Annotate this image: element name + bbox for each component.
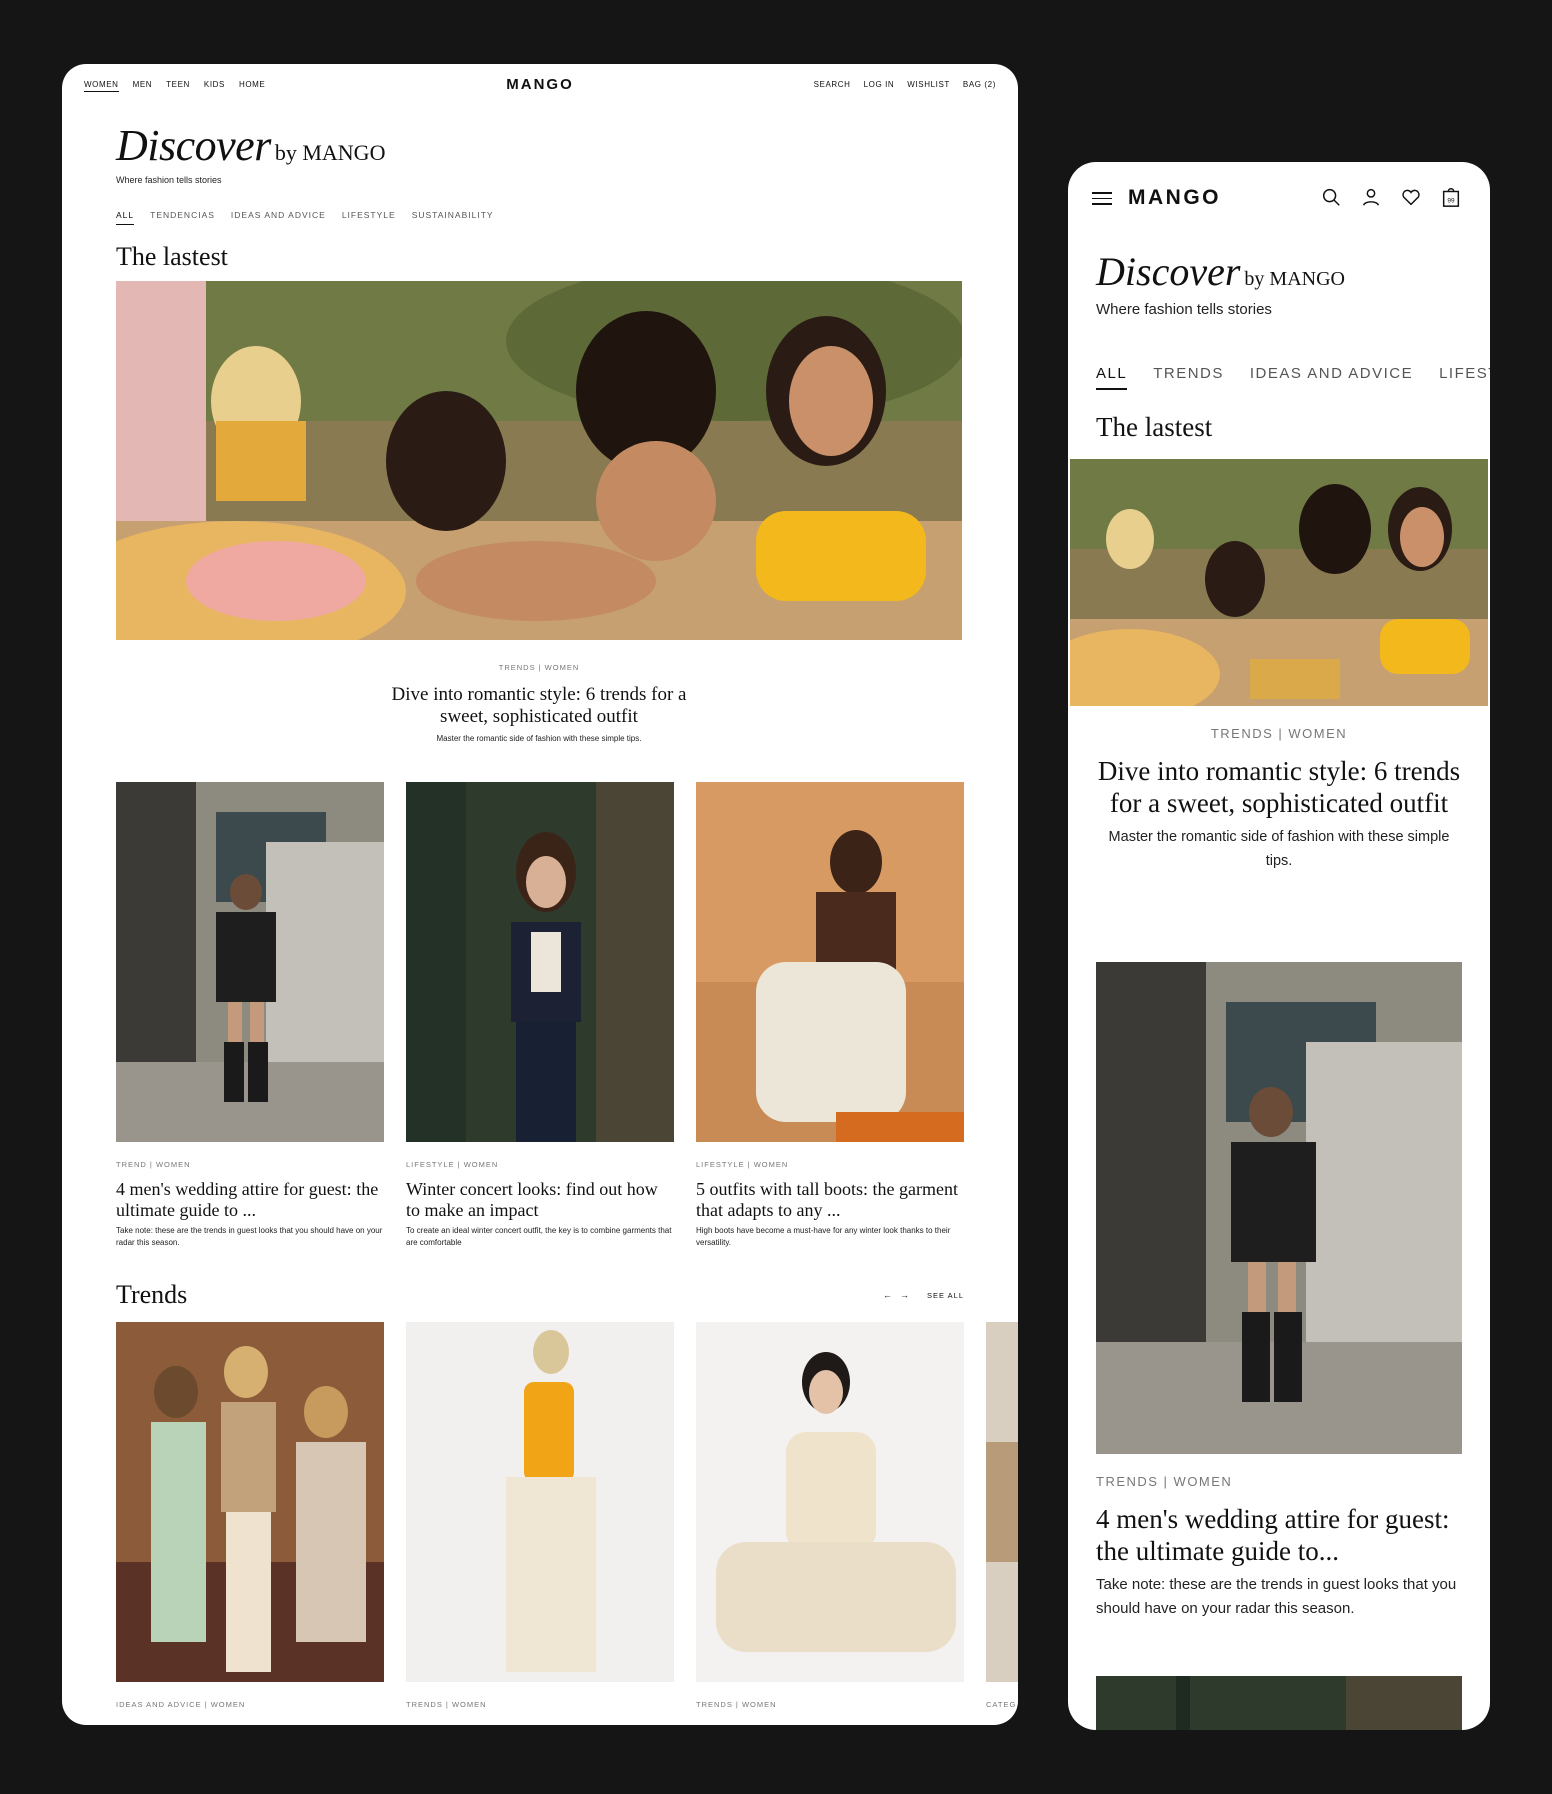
- hero-caption: TRENDS | WOMEN Dive into romantic style:…: [1096, 726, 1462, 873]
- article-categories[interactable]: LIFESTYLE | WOMEN: [406, 1160, 674, 1169]
- article-card[interactable]: TREND | WOMEN 4 men's wedding attire for…: [116, 782, 384, 1249]
- tab-ideas-and-advice[interactable]: IDEAS AND ADVICE: [1250, 365, 1413, 390]
- trend-card[interactable]: TRENDS | WOMEN: [696, 1322, 964, 1709]
- article-card[interactable]: LIFESTYLE | WOMEN Winter concert looks: …: [406, 782, 674, 1249]
- trend-image[interactable]: [696, 1322, 964, 1682]
- section-title-latest: The lastest: [116, 242, 228, 271]
- article-title[interactable]: Winter concert looks: find out how to ma…: [406, 1179, 674, 1221]
- article-image[interactable]: [116, 782, 384, 1142]
- article-description: Take note: these are the trends in guest…: [116, 1226, 383, 1247]
- heart-icon[interactable]: [1400, 186, 1422, 208]
- login-link[interactable]: LOG IN: [864, 80, 895, 89]
- trend-categories[interactable]: IDEAS AND ADVICE | WOMEN: [116, 1700, 384, 1709]
- trend-image[interactable]: [986, 1322, 1018, 1682]
- article-card[interactable]: TRENDS | WOMEN 4 men's wedding attire fo…: [1096, 962, 1462, 1621]
- tab-tendencias[interactable]: TENDENCIAS: [150, 210, 215, 225]
- article-categories[interactable]: TREND | WOMEN: [116, 1160, 384, 1169]
- bag-count: 99: [1447, 198, 1455, 205]
- tab-all[interactable]: ALL: [116, 210, 135, 225]
- user-icon[interactable]: [1360, 186, 1382, 208]
- hero-image[interactable]: [1070, 459, 1488, 706]
- article-image[interactable]: [1096, 962, 1462, 1454]
- trend-image[interactable]: [116, 1322, 384, 1682]
- header-icons: 99: [1320, 186, 1462, 208]
- wishlist-link[interactable]: WISHLIST: [907, 80, 950, 89]
- hero-image[interactable]: [116, 281, 962, 640]
- article-card[interactable]: LIFESTYLE | WOMEN 5 outfits with tall bo…: [696, 782, 964, 1249]
- see-all-link[interactable]: SEE ALL: [927, 1291, 964, 1300]
- search-icon[interactable]: [1320, 186, 1342, 208]
- tab-lifestyle[interactable]: LIFESTYLE: [342, 210, 396, 225]
- next-article-image-peek[interactable]: [1096, 1676, 1462, 1730]
- article-title[interactable]: 5 outfits with tall boots: the garment t…: [696, 1179, 964, 1221]
- hero-description: Master the romantic side of fashion with…: [436, 734, 642, 743]
- trend-categories[interactable]: TRENDS | WOMEN: [406, 1700, 674, 1709]
- desktop-frame: WOMEN MEN TEEN KIDS HOME MANGO SEARCH LO…: [62, 64, 1018, 1725]
- article-categories[interactable]: TRENDS | WOMEN: [1096, 1474, 1462, 1489]
- carousel-controls: ← → SEE ALL: [883, 1290, 964, 1300]
- article-categories[interactable]: LIFESTYLE | WOMEN: [696, 1160, 964, 1169]
- hero-categories[interactable]: TRENDS | WOMEN: [1096, 726, 1462, 741]
- hero-title[interactable]: Dive into romantic style: 6 trends for a…: [379, 684, 699, 728]
- tab-lifestyle[interactable]: LIFESTY: [1439, 365, 1490, 390]
- utility-nav: SEARCH LOG IN WISHLIST BAG (2): [814, 80, 996, 89]
- by-mango: by MANGO: [1244, 268, 1345, 290]
- search-link[interactable]: SEARCH: [814, 80, 851, 89]
- hero-description: Master the romantic side of fashion with…: [1108, 829, 1450, 869]
- article-description: Take note: these are the trends in guest…: [1096, 1576, 1457, 1617]
- trend-card[interactable]: TRENDS | WOMEN: [406, 1322, 674, 1709]
- article-title[interactable]: 4 men's wedding attire for guest: the ul…: [116, 1179, 384, 1221]
- trend-card[interactable]: IDEAS AND ADVICE | WOMEN: [116, 1322, 384, 1709]
- arrow-right-icon[interactable]: →: [900, 1290, 909, 1300]
- trend-card-peek[interactable]: CATEG: [986, 1322, 1018, 1709]
- logo[interactable]: MANGO: [1128, 186, 1221, 210]
- tab-ideas-and-advice[interactable]: IDEAS AND ADVICE: [231, 210, 326, 225]
- article-title[interactable]: 4 men's wedding attire for guest: the ul…: [1096, 1503, 1462, 1567]
- hero-categories[interactable]: TRENDS | WOMEN: [116, 663, 962, 672]
- section-title-trends: Trends: [116, 1280, 188, 1309]
- bag-icon[interactable]: 99: [1440, 186, 1462, 208]
- trend-categories[interactable]: CATEG: [986, 1700, 1018, 1709]
- category-tabs: ALL TRENDS IDEAS AND ADVICE LIFESTY: [1096, 365, 1490, 390]
- arrow-left-icon[interactable]: ←: [883, 1290, 892, 1300]
- discover-title: Discover: [1096, 249, 1241, 294]
- by-mango: by MANGO: [274, 140, 386, 165]
- tab-trends[interactable]: TRENDS: [1153, 365, 1224, 390]
- bag-link[interactable]: BAG (2): [963, 80, 996, 89]
- hero-title[interactable]: Dive into romantic style: 6 trends for a…: [1096, 755, 1462, 819]
- article-image[interactable]: [406, 782, 674, 1142]
- tagline: Where fashion tells stories: [116, 175, 222, 185]
- article-description: To create an ideal winter concert outfit…: [406, 1226, 672, 1247]
- article-image[interactable]: [696, 782, 964, 1142]
- trend-image[interactable]: [406, 1322, 674, 1682]
- article-description: High boots have become a must-have for a…: [696, 1226, 951, 1247]
- section-title-latest: The lastest: [1096, 412, 1213, 442]
- category-tabs: ALL TENDENCIAS IDEAS AND ADVICE LIFESTYL…: [116, 210, 494, 225]
- tagline: Where fashion tells stories: [1096, 301, 1272, 318]
- tab-all[interactable]: ALL: [1096, 365, 1128, 390]
- brand-heading: Discover by MANGO Where fashion tells sto…: [116, 120, 385, 185]
- trend-categories[interactable]: TRENDS | WOMEN: [696, 1700, 964, 1709]
- brand-heading: Discover by MANGO Where fashion tells sto…: [1096, 248, 1345, 318]
- desktop-header: WOMEN MEN TEEN KIDS HOME MANGO SEARCH LO…: [62, 64, 1018, 104]
- hero-caption: TRENDS | WOMEN Dive into romantic style:…: [116, 663, 962, 743]
- discover-title: Discover: [116, 121, 271, 170]
- mobile-frame: MANGO 99 Discover by MANGO Where fashion …: [1068, 162, 1490, 1730]
- hamburger-menu-icon[interactable]: [1092, 192, 1112, 206]
- tab-sustainability[interactable]: SUSTAINABILITY: [412, 210, 494, 225]
